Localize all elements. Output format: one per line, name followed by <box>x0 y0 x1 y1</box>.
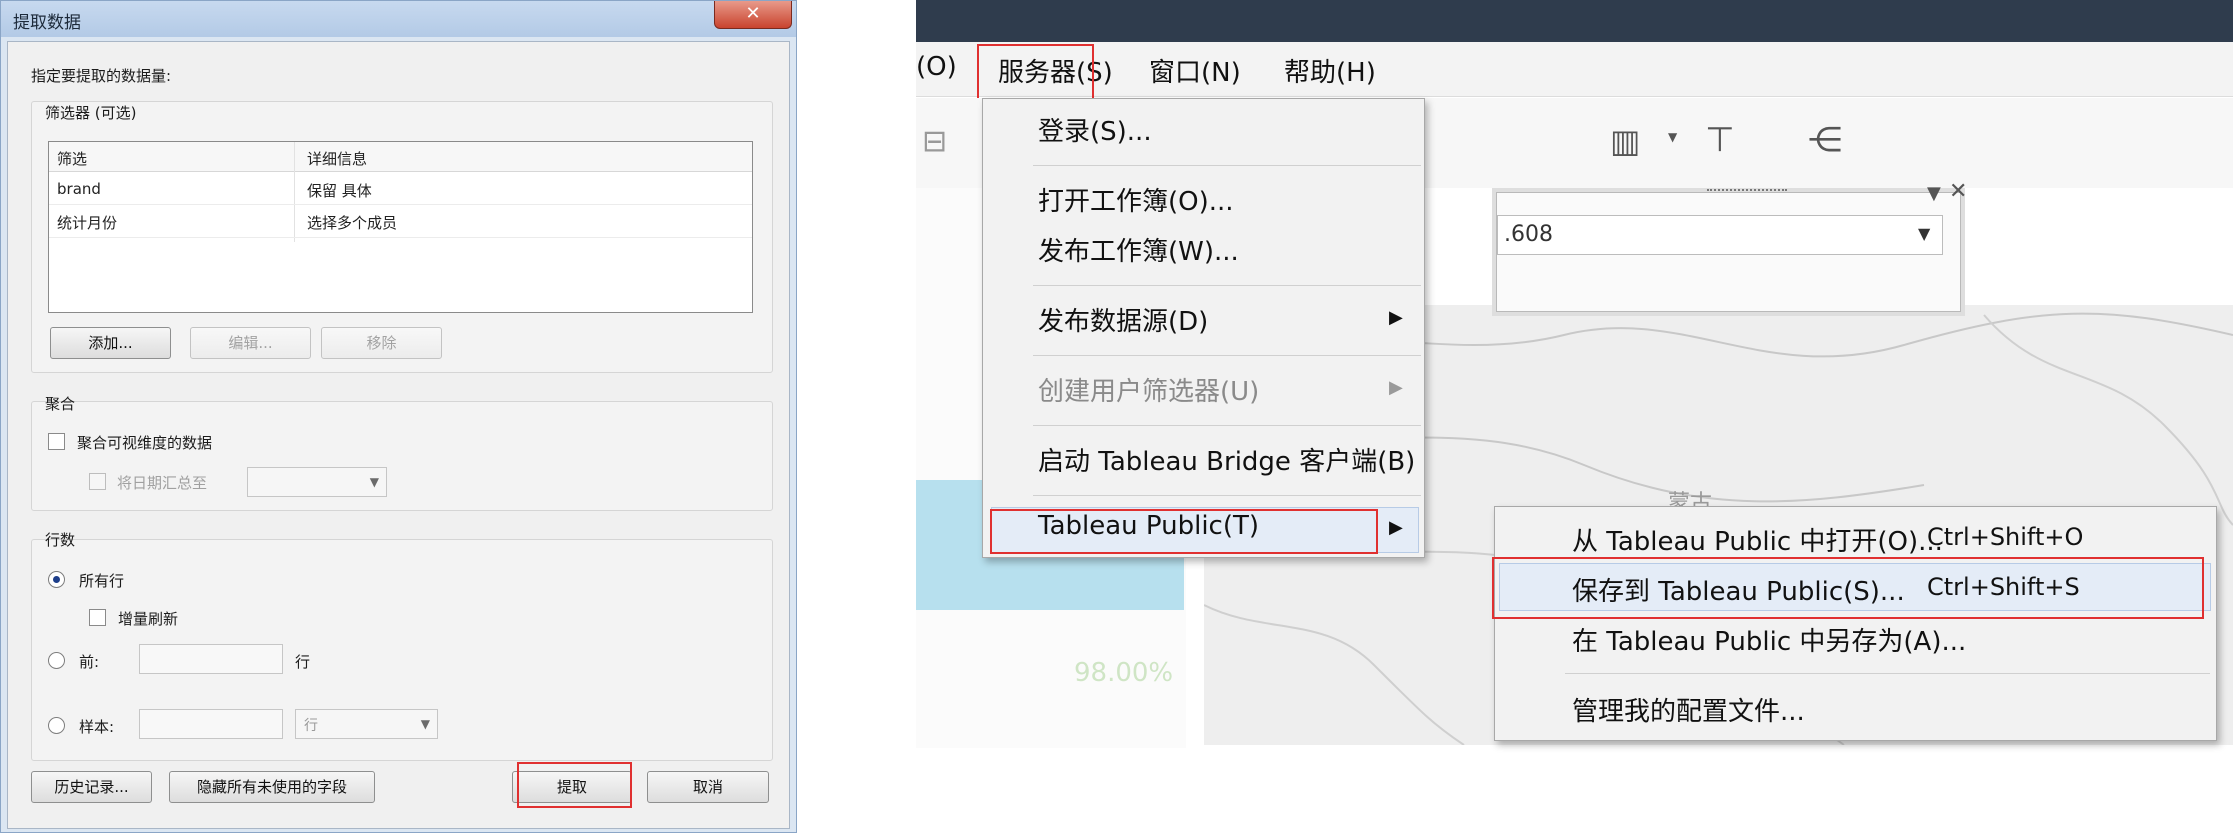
dialog-titlebar: 提取数据 ✕ <box>1 1 796 37</box>
rollup-dates-checkbox[interactable] <box>89 473 106 490</box>
table-row-detail[interactable]: 选择多个成员 <box>307 212 397 233</box>
close-icon: ✕ <box>745 3 761 24</box>
all-rows-radio[interactable] <box>48 571 65 588</box>
dropdown-arrow-icon: ▼ <box>420 717 430 731</box>
column-header-filter: 筛选 <box>57 150 88 168</box>
submenu-item-save-as-public[interactable]: 在 Tableau Public 中另存为(A)... <box>1572 621 1966 658</box>
menu-separator <box>1033 425 1421 426</box>
dialog-title: 提取数据 <box>13 13 81 33</box>
window-titlebar <box>916 0 2233 42</box>
sample-unit-select[interactable]: 行 ▼ <box>295 709 438 739</box>
show-me-icon[interactable]: ▥ <box>1610 122 1640 160</box>
submenu-arrow-icon: ▶ <box>1389 517 1403 538</box>
column-divider <box>294 142 295 242</box>
menu-separator <box>1033 285 1421 286</box>
aggregate-label: 聚合可视维度的数据 <box>77 434 213 452</box>
menu-separator <box>1033 495 1421 496</box>
add-filter-button[interactable]: 添加... <box>50 327 171 359</box>
server-menu: 登录(S)... 打开工作簿(O)... 发布工作簿(W)... 发布数据源(D… <box>982 98 1425 558</box>
top-rows-radio[interactable] <box>48 652 65 669</box>
quick-filter-panel: ▼ ✕ .608 ▼ <box>1496 179 1967 312</box>
sample-label: 样本: <box>79 718 115 736</box>
menu-separator <box>1033 355 1421 356</box>
sample-radio[interactable] <box>48 717 65 734</box>
menu-item-create-user-filter[interactable]: 创建用户筛选器(U) <box>1038 371 1259 408</box>
aggregation-group-title: 聚合 <box>45 395 76 413</box>
row-divider <box>49 204 752 205</box>
percent-label: 98.00% <box>1074 658 1174 688</box>
submenu-item-manage-profile[interactable]: 管理我的配置文件... <box>1572 691 1805 728</box>
row-divider <box>49 237 752 238</box>
filters-table: 筛选 详细信息 brand 保留 具体 统计月份 选择多个成员 <box>48 141 753 313</box>
tableau-window: (O) 服务器(S) 窗口(N) 帮助(H) ⊟ ▥ ▼ ⊤ ⋲ 98.00% … <box>916 0 2233 833</box>
highlight-box <box>517 762 632 808</box>
highlight-box <box>990 509 1378 554</box>
filter-value: .608 <box>1504 222 1553 247</box>
menu-help[interactable]: 帮助(H) <box>1284 52 1376 89</box>
top-rows-unit: 行 <box>295 653 311 671</box>
all-rows-label: 所有行 <box>79 572 125 590</box>
close-icon[interactable]: ✕ <box>1949 179 1967 204</box>
rollup-dates-label: 将日期汇总至 <box>117 474 208 492</box>
chevron-down-icon[interactable]: ▼ <box>1668 130 1677 144</box>
menu-item-publish-workbook[interactable]: 发布工作簿(W)... <box>1038 231 1239 268</box>
submenu-item-open-from-public[interactable]: 从 Tableau Public 中打开(O)... <box>1572 521 1943 558</box>
filters-table-header <box>49 142 752 172</box>
chevron-down-icon: ▼ <box>1918 224 1931 243</box>
panel-grip[interactable] <box>1707 189 1787 197</box>
cancel-button[interactable]: 取消 <box>647 771 769 803</box>
highlight-box <box>977 44 1094 102</box>
table-row-filter[interactable]: 统计月份 <box>57 212 117 233</box>
hide-unused-fields-button[interactable]: 隐藏所有未使用的字段 <box>169 771 375 803</box>
top-rows-label: 前: <box>79 653 100 671</box>
rollup-level-select[interactable]: ▼ <box>247 467 387 497</box>
filters-group-title: 筛选器 (可选) <box>45 104 137 122</box>
presentation-icon[interactable]: ⊤ <box>1705 120 1735 160</box>
extract-prompt: 指定要提取的数据量: <box>31 67 172 85</box>
table-row-detail[interactable]: 保留 具体 <box>307 180 372 201</box>
menu-item-publish-datasource[interactable]: 发布数据源(D) <box>1038 301 1208 338</box>
extract-data-dialog: 提取数据 ✕ 指定要提取的数据量: 筛选器 (可选) 筛选 详细信息 brand… <box>0 0 797 833</box>
menu-bar <box>916 42 2233 97</box>
menu-item-open-workbook[interactable]: 打开工作簿(O)... <box>1038 181 1234 218</box>
highlight-box <box>1492 557 2204 619</box>
rows-group-title: 行数 <box>45 531 76 549</box>
menu-format[interactable]: (O) <box>916 52 957 82</box>
filter-dropdown[interactable]: .608 ▼ <box>1497 215 1943 255</box>
column-header-detail: 详细信息 <box>307 150 368 168</box>
sample-input[interactable] <box>139 709 283 739</box>
incremental-refresh-checkbox[interactable] <box>89 609 106 626</box>
aggregation-group <box>31 401 773 511</box>
submenu-arrow-icon: ▶ <box>1389 307 1403 328</box>
sort-icon[interactable]: ⊟ <box>922 124 947 159</box>
sample-unit-value: 行 <box>304 718 318 734</box>
menu-window[interactable]: 窗口(N) <box>1149 52 1241 89</box>
shortcut-open-from-public: Ctrl+Shift+O <box>1927 523 2084 551</box>
submenu-arrow-icon: ▶ <box>1389 377 1403 398</box>
menu-item-start-bridge[interactable]: 启动 Tableau Bridge 客户端(B) <box>1038 441 1415 478</box>
panel-menu-icon[interactable]: ▼ <box>1927 183 1941 204</box>
menu-separator <box>1033 165 1421 166</box>
share-icon[interactable]: ⋲ <box>1808 120 1842 160</box>
menu-separator <box>1565 673 2210 674</box>
top-rows-input[interactable] <box>139 644 283 674</box>
dropdown-arrow-icon: ▼ <box>369 475 379 489</box>
edit-filter-button[interactable]: 编辑... <box>190 327 311 359</box>
close-button[interactable]: ✕ <box>714 1 792 29</box>
history-button[interactable]: 历史记录... <box>31 771 152 803</box>
remove-filter-button[interactable]: 移除 <box>321 327 442 359</box>
table-row-filter[interactable]: brand <box>57 180 101 198</box>
menu-item-login[interactable]: 登录(S)... <box>1038 111 1152 148</box>
tableau-public-submenu: 从 Tableau Public 中打开(O)... Ctrl+Shift+O … <box>1494 506 2217 741</box>
aggregate-checkbox[interactable] <box>48 433 65 450</box>
incremental-refresh-label: 增量刷新 <box>118 610 179 628</box>
